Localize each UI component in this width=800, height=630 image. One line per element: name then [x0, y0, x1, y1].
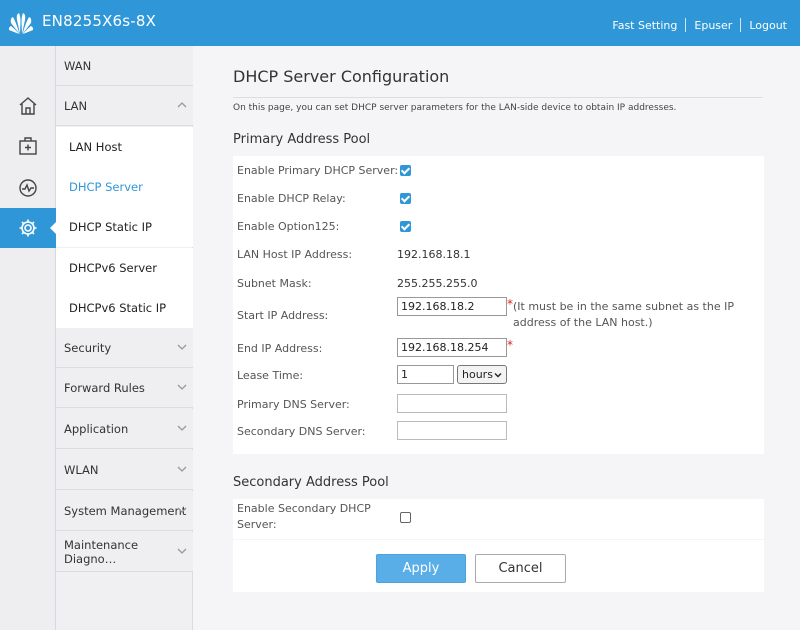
chevron-down-icon	[177, 425, 187, 431]
page-title: DHCP Server Configuration	[233, 67, 450, 86]
chevron-down-icon	[494, 373, 502, 378]
end-ip-input[interactable]	[397, 338, 507, 357]
header-nav: Fast Setting Epuser Logout	[604, 18, 795, 32]
menu-label: Forward Rules	[64, 380, 145, 395]
submenu-lan-host[interactable]: LAN Host	[56, 127, 193, 167]
enable-relay-checkbox[interactable]	[400, 193, 411, 204]
field-label: Enable Secondary DHCP Server:	[237, 502, 371, 531]
first-aid-icon	[19, 137, 37, 155]
menu-label: Security	[64, 340, 112, 355]
submenu-dhcpv6-server[interactable]: DHCPv6 Server	[56, 248, 193, 288]
field-label: Enable Option125:	[237, 220, 340, 233]
menu-label: System Management	[64, 503, 187, 518]
menu-label: Maintenance Diagno…	[64, 537, 139, 566]
chevron-down-icon	[177, 344, 187, 350]
primary-dns-input[interactable]	[397, 394, 507, 413]
chevron-down-icon	[177, 384, 187, 390]
required-mark: *	[507, 338, 513, 352]
logout-link[interactable]: Logout	[741, 19, 795, 32]
home-icon	[19, 97, 37, 115]
primary-pool-panel: Enable Primary DHCP Server: Enable DHCP …	[233, 156, 764, 454]
menu-label: WAN	[64, 58, 92, 73]
select-value: hours	[462, 368, 493, 381]
icon-rail	[0, 46, 57, 630]
field-label: Lease Time:	[237, 369, 304, 382]
rail-status[interactable]	[0, 168, 56, 208]
menu-system-management[interactable]: System Management	[56, 491, 193, 531]
cancel-button[interactable]: Cancel	[475, 554, 566, 583]
gear-icon	[19, 219, 37, 237]
field-label: Start IP Address:	[237, 309, 329, 322]
field-label: LAN Host IP Address:	[237, 248, 353, 261]
enable-secondary-checkbox[interactable]	[400, 512, 411, 523]
menu-wan[interactable]: WAN	[56, 46, 193, 86]
menu-wlan[interactable]: WLAN	[56, 450, 193, 490]
chevron-up-icon	[177, 102, 187, 108]
start-ip-note: (It must be in the same subnet as the IP…	[513, 300, 734, 329]
enable-primary-checkbox[interactable]	[400, 165, 411, 176]
main-content: DHCP Server Configuration On this page, …	[194, 46, 800, 630]
side-menu: WAN LAN LAN Host DHCP Server DHCP Static…	[56, 46, 193, 630]
fast-setting-link[interactable]: Fast Setting	[604, 19, 685, 32]
pulse-icon	[19, 179, 37, 197]
menu-application[interactable]: Application	[56, 409, 193, 449]
menu-security[interactable]: Security	[56, 328, 193, 368]
menu-label: LAN	[64, 98, 88, 113]
submenu-dhcp-static-ip[interactable]: DHCP Static IP	[56, 207, 193, 247]
top-bar: EN8255X6s-8X Fast Setting Epuser Logout	[0, 0, 800, 46]
button-bar: Apply Cancel	[233, 540, 764, 592]
apply-button[interactable]: Apply	[376, 554, 466, 583]
primary-pool-title: Primary Address Pool	[233, 132, 371, 147]
secondary-pool-title: Secondary Address Pool	[233, 475, 389, 490]
chevron-down-icon	[177, 466, 187, 472]
submenu-dhcp-server[interactable]: DHCP Server	[56, 167, 193, 207]
secondary-pool-panel: Enable Secondary DHCP Server:	[233, 499, 764, 539]
chevron-down-icon	[177, 507, 187, 513]
start-ip-row: Start IP Address: * (It must be in the s…	[233, 297, 764, 337]
secondary-dns-input[interactable]	[397, 421, 507, 440]
page-description: On this page, you can set DHCP server pa…	[233, 97, 763, 113]
menu-label: WLAN	[64, 462, 99, 477]
start-ip-input[interactable]	[397, 297, 507, 316]
field-label: Subnet Mask:	[237, 277, 312, 290]
field-label: Enable DHCP Relay:	[237, 192, 346, 205]
lease-unit-select[interactable]: hours	[457, 365, 507, 384]
menu-maintenance[interactable]: Maintenance Diagno…	[56, 532, 193, 572]
huawei-logo	[8, 13, 34, 34]
subnet-value: 255.255.255.0	[397, 277, 478, 290]
field-label: Secondary DNS Server:	[237, 425, 366, 438]
menu-lan[interactable]: LAN	[56, 86, 193, 126]
field-label: Enable Primary DHCP Server:	[237, 164, 399, 177]
rail-advanced[interactable]	[0, 208, 57, 248]
chevron-down-icon	[177, 548, 187, 554]
field-label: End IP Address:	[237, 342, 323, 355]
menu-label: Application	[64, 421, 129, 436]
enable-secondary-row: Enable Secondary DHCP Server:	[233, 501, 764, 537]
rail-home[interactable]	[0, 86, 56, 126]
field-label: Primary DNS Server:	[237, 398, 350, 411]
enable-option125-checkbox[interactable]	[400, 221, 411, 232]
user-link[interactable]: Epuser	[686, 19, 740, 32]
lan-ip-value: 192.168.18.1	[397, 248, 471, 261]
device-model: EN8255X6s-8X	[42, 12, 157, 30]
menu-forward-rules[interactable]: Forward Rules	[56, 368, 193, 408]
lease-time-input[interactable]	[397, 365, 454, 384]
submenu-dhcpv6-static-ip[interactable]: DHCPv6 Static IP	[56, 288, 193, 328]
rail-maintenance[interactable]	[0, 126, 56, 166]
